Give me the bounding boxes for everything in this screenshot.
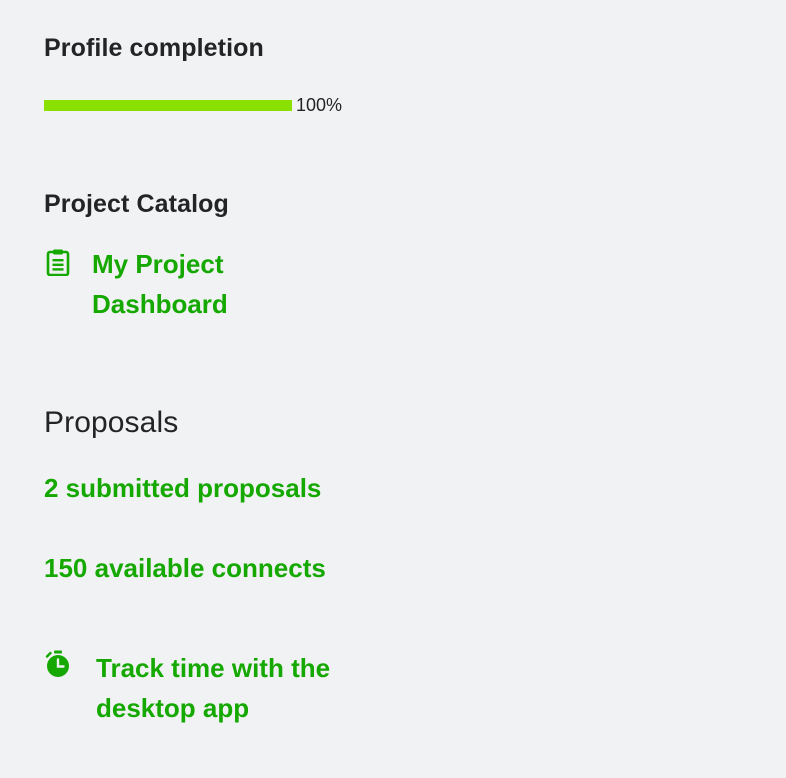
track-time-desktop-app-link[interactable]: Track time with the desktop app [96,648,330,728]
progress-bar-fill [44,99,292,111]
profile-progress: 100% [44,96,342,114]
my-project-dashboard-line2: Dashboard [92,289,228,319]
available-connects-link[interactable]: 150 available connects [44,548,326,588]
my-project-dashboard-link[interactable]: My Project Dashboard [92,244,228,324]
project-catalog-title: Project Catalog [44,190,229,218]
my-project-dashboard-line1: My Project [92,249,224,279]
track-time-line1: Track time with the [96,653,331,683]
proposals-title: Proposals [44,406,179,439]
submitted-proposals-link[interactable]: 2 submitted proposals [44,468,321,508]
progress-percentage: 100% [296,95,343,115]
profile-completion-title: Profile completion [44,34,264,62]
track-time-line2: desktop app [96,693,250,723]
progress-bar-track [44,99,292,111]
stopwatch-icon [44,650,72,678]
clipboard-icon [44,248,72,276]
